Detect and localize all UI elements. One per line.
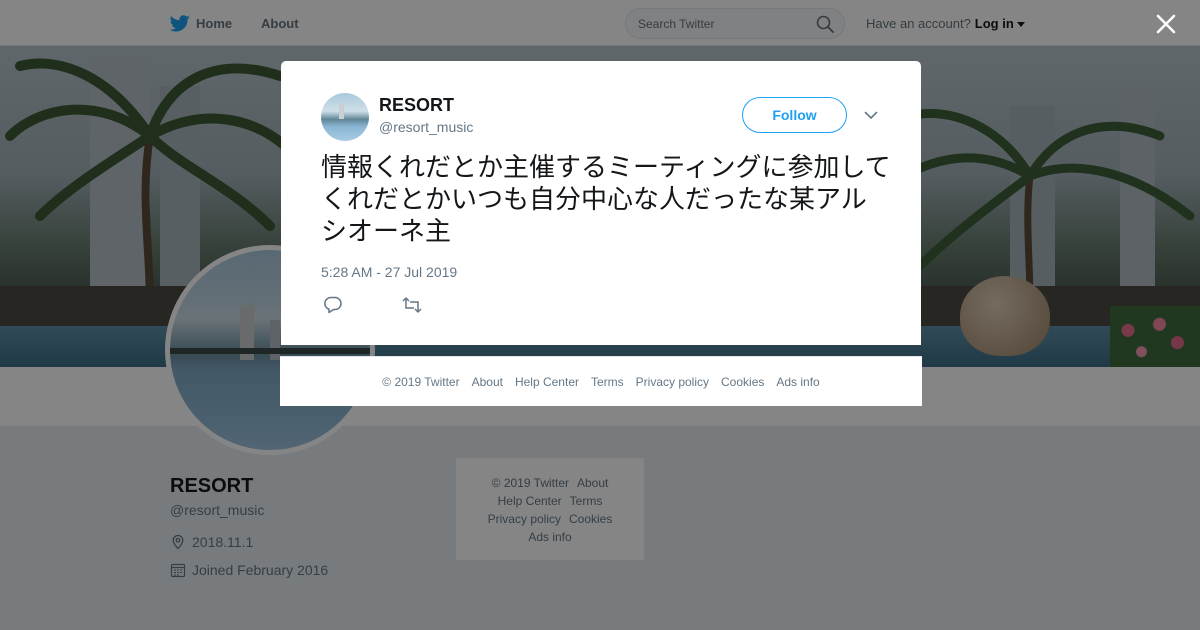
tweet-author-name[interactable]: RESORT: [379, 95, 454, 116]
modal-footer-link-terms[interactable]: Terms: [591, 375, 624, 389]
retweet-icon[interactable]: [401, 295, 423, 315]
tweet-modal: RESORT @resort_music Follow 情報くれだとか主催するミ…: [281, 61, 921, 345]
modal-footer-link-ads[interactable]: Ads info: [776, 375, 819, 389]
tweet-author-handle[interactable]: @resort_music: [379, 119, 473, 135]
modal-footer-link-privacy[interactable]: Privacy policy: [636, 375, 709, 389]
modal-footer: © 2019 Twitter About Help Center Terms P…: [280, 356, 922, 406]
tweet-text: 情報くれだとか主催するミーティングに参加してくれだとかいつも自分中心な人だったな…: [321, 153, 891, 247]
modal-footer-link-about[interactable]: About: [472, 375, 503, 389]
tweet-author-avatar[interactable]: [321, 93, 369, 141]
chevron-down-icon[interactable]: [863, 107, 879, 123]
reply-icon[interactable]: [322, 295, 344, 315]
follow-button[interactable]: Follow: [742, 97, 847, 133]
modal-footer-link-cookies[interactable]: Cookies: [721, 375, 764, 389]
modal-footer-link-help[interactable]: Help Center: [515, 375, 579, 389]
tweet-timestamp[interactable]: 5:28 AM - 27 Jul 2019: [321, 264, 457, 280]
modal-footer-copyright: © 2019 Twitter: [382, 374, 460, 389]
close-icon[interactable]: [1154, 12, 1178, 36]
